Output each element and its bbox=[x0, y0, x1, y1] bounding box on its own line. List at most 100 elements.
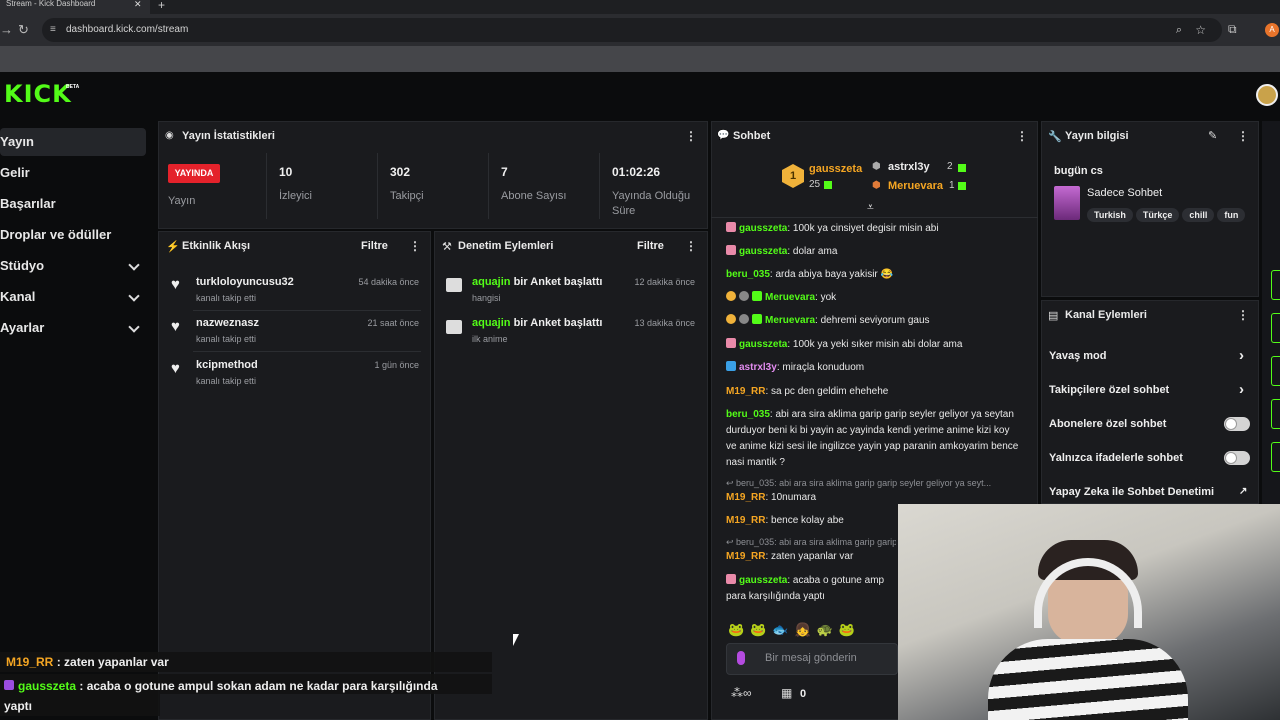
action-label: Takipçilere özel sohbet bbox=[1049, 384, 1170, 396]
subscribers-label: Abone Sayısı bbox=[501, 190, 567, 202]
bookmark-star-icon[interactable]: ☆ bbox=[1195, 18, 1206, 42]
sidebar-item-droplar[interactable]: Droplar ve ödüller bbox=[0, 221, 146, 249]
tag[interactable]: chill bbox=[1182, 208, 1215, 222]
tag[interactable]: Türkçe bbox=[1135, 208, 1180, 222]
action-slow-mode[interactable]: Yavaş mod › bbox=[1049, 347, 1259, 364]
sidebar-item-kanal[interactable]: Kanal bbox=[0, 283, 146, 311]
chat-text: sa pc den geldim ehehehe bbox=[771, 386, 889, 397]
address-bar[interactable]: ≡ dashboard.kick.com/stream ⌕ ☆ bbox=[42, 18, 1222, 42]
chat-username[interactable]: M19_RR bbox=[726, 386, 765, 397]
chat-username[interactable]: Meruevara bbox=[765, 292, 815, 303]
microphone-icon[interactable] bbox=[737, 651, 745, 665]
tag[interactable]: Turkish bbox=[1087, 208, 1133, 222]
emote-only-toggle[interactable] bbox=[1224, 451, 1250, 465]
edit-icon[interactable]: ✎ bbox=[1208, 129, 1217, 142]
chat-username[interactable]: gausszeta bbox=[739, 575, 787, 586]
event-time: 54 dakika önce bbox=[358, 277, 419, 287]
mod-time: 13 dakika önce bbox=[634, 318, 695, 328]
overlay-username: M19_RR bbox=[6, 655, 54, 669]
chat-username[interactable]: Meruevara bbox=[765, 315, 815, 326]
sidebar-item-yayin[interactable]: Yayın bbox=[0, 128, 146, 156]
leader-second-name[interactable]: astrxl3y bbox=[888, 161, 930, 173]
chat-username[interactable]: astrxl3y bbox=[739, 362, 777, 373]
chevron-right-icon: › bbox=[1239, 381, 1244, 398]
uptime-value: 01:02:26 bbox=[612, 165, 661, 179]
kick-logo[interactable]: KICK bbox=[4, 80, 72, 108]
edge-indicator bbox=[1271, 399, 1280, 429]
action-followers-only[interactable]: Takipçilere özel sohbet › bbox=[1049, 381, 1259, 398]
divider bbox=[266, 153, 267, 219]
chat-username[interactable]: gausszeta bbox=[739, 246, 787, 257]
store-icon[interactable]: ▦ bbox=[781, 686, 792, 700]
chat-bubble-icon: 💬 bbox=[717, 130, 730, 141]
category-name[interactable]: Sadece Sohbet bbox=[1087, 187, 1162, 199]
points-value: 0 bbox=[800, 688, 807, 700]
collapse-icon[interactable]: ⩡ bbox=[867, 200, 874, 215]
subscribers-only-toggle[interactable] bbox=[1224, 417, 1250, 431]
chat-username[interactable]: M19_RR bbox=[726, 551, 765, 562]
emote-icon[interactable]: 🐸🐸🐟👧🐢🐸 bbox=[728, 622, 861, 637]
sidebar-item-label: Stüdyo bbox=[0, 258, 45, 273]
second-place-icon: ⬢ bbox=[872, 161, 881, 172]
chat-message: beru_035: arda abiya baya yakisir 😂 bbox=[726, 269, 893, 280]
chat-username[interactable]: M19_RR bbox=[726, 515, 765, 526]
edge-indicator bbox=[1271, 270, 1280, 300]
chat-username[interactable]: gausszeta bbox=[739, 339, 787, 350]
reload-icon[interactable]: ↻ bbox=[18, 22, 29, 38]
emote-bar[interactable]: 🐸🐸🐟👧🐢🐸 bbox=[728, 622, 896, 640]
gift-badge-icon bbox=[726, 338, 736, 348]
channel-actions-more-icon[interactable]: ⋮ bbox=[1237, 308, 1249, 322]
tag[interactable]: fun bbox=[1217, 208, 1246, 222]
heart-icon: ♥ bbox=[171, 318, 180, 335]
live-sub-label: Yayın bbox=[168, 195, 196, 207]
chat-username[interactable]: beru_035 bbox=[726, 269, 770, 280]
moderation-filter-button[interactable]: Filtre bbox=[637, 240, 664, 252]
divider bbox=[488, 153, 489, 219]
zoom-icon[interactable]: ⌕ bbox=[1176, 18, 1182, 42]
extensions-icon[interactable]: ⧉ bbox=[1228, 22, 1237, 37]
chat-input[interactable]: Bir mesaj gönderin bbox=[726, 643, 898, 675]
moderation-more-icon[interactable]: ⋮ bbox=[685, 239, 697, 253]
profile-icon[interactable]: A bbox=[1265, 23, 1279, 37]
users-icon[interactable]: ⁂∞ bbox=[731, 686, 752, 700]
new-tab-icon[interactable]: + bbox=[158, 0, 165, 12]
gift-icon bbox=[958, 164, 966, 172]
sidebar-item-studyo[interactable]: Stüdyo bbox=[0, 252, 146, 280]
category-thumbnail[interactable] bbox=[1054, 186, 1080, 220]
info-more-icon[interactable]: ⋮ bbox=[1237, 129, 1249, 143]
chat-message: M19_RR: sa pc den geldim ehehehe bbox=[726, 386, 889, 397]
divider bbox=[193, 351, 421, 352]
activity-more-icon[interactable]: ⋮ bbox=[409, 239, 421, 253]
forward-icon[interactable]: → bbox=[0, 22, 13, 37]
chat-username[interactable]: M19_RR bbox=[726, 492, 765, 503]
chevron-right-icon: › bbox=[1239, 347, 1244, 364]
reply-icon: ↩ bbox=[726, 537, 737, 547]
chat-text: 100k ya yeki sıker misin abi dolar ama bbox=[792, 339, 963, 350]
sidebar-item-basarilar[interactable]: Başarılar bbox=[0, 190, 146, 218]
chat-message: Meruevara: yok bbox=[726, 290, 1026, 306]
mod-user[interactable]: aquajin bbox=[472, 317, 511, 329]
sidebar-item-gelir[interactable]: Gelir bbox=[0, 159, 146, 187]
stats-more-icon[interactable]: ⋮ bbox=[685, 129, 697, 143]
green-badge-icon bbox=[752, 314, 762, 324]
edge-indicator bbox=[1271, 313, 1280, 343]
sidebar-item-ayarlar[interactable]: Ayarlar bbox=[0, 314, 146, 342]
site-info-icon[interactable]: ≡ bbox=[50, 18, 56, 42]
chat-username[interactable]: beru_035 bbox=[726, 409, 770, 420]
user-avatar[interactable] bbox=[1256, 84, 1278, 106]
leader-first-name[interactable]: gausszeta bbox=[809, 163, 862, 175]
chat-username[interactable]: gausszeta bbox=[739, 223, 787, 234]
viewers-value: 10 bbox=[279, 165, 293, 179]
activity-filter-button[interactable]: Filtre bbox=[361, 240, 388, 252]
reply-text: beru_035: abi ara sira aklima garip gari… bbox=[736, 478, 992, 488]
mod-user[interactable]: aquajin bbox=[472, 276, 511, 288]
close-tab-icon[interactable]: ✕ bbox=[134, 0, 142, 9]
event-name: nazweznasz bbox=[196, 317, 259, 329]
chat-more-icon[interactable]: ⋮ bbox=[1016, 129, 1028, 143]
leader-third-name[interactable]: Meruevara bbox=[888, 180, 943, 192]
poll-icon bbox=[446, 320, 462, 334]
action-ai-moderation[interactable]: Yapay Zeka ile Sohbet Denetimi ↗ bbox=[1049, 486, 1259, 498]
chat-title: Sohbet bbox=[733, 130, 771, 142]
chat-placeholder: Bir mesaj gönderin bbox=[765, 652, 857, 664]
browser-tab[interactable]: Stream - Kick Dashboard ✕ bbox=[0, 0, 150, 14]
